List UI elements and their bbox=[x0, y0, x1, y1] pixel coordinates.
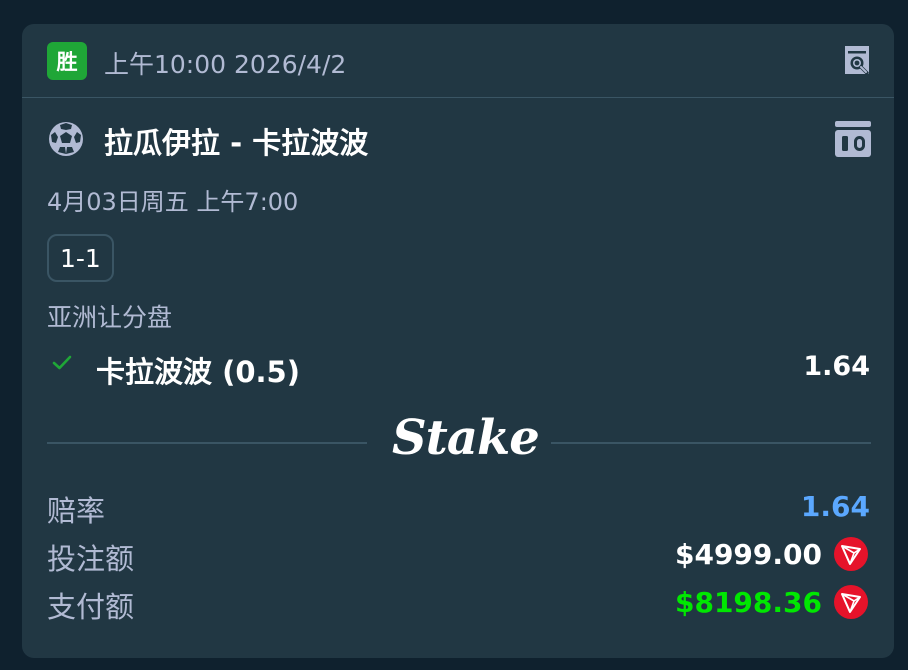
match-title[interactable]: 拉瓜伊拉 - 卡拉波波 bbox=[104, 120, 368, 162]
stake-label: 投注额 bbox=[47, 542, 135, 576]
stake-logo: Stake bbox=[392, 410, 540, 466]
status-badge: 胜 bbox=[47, 42, 87, 80]
odds-value: 1.64 bbox=[800, 490, 870, 523]
score-badge: 1-1 bbox=[47, 234, 114, 282]
soccer-ball-icon bbox=[47, 120, 85, 162]
tron-trx-icon bbox=[833, 584, 869, 624]
selection-odds: 1.64 bbox=[803, 351, 870, 382]
receipt-search-icon[interactable] bbox=[842, 44, 872, 80]
match-date: 4月03日周五 上午7:00 bbox=[47, 188, 299, 216]
tron-trx-icon bbox=[833, 536, 869, 576]
odds-label: 赔率 bbox=[47, 494, 106, 528]
payout-label: 支付额 bbox=[47, 590, 135, 624]
divider bbox=[551, 442, 871, 444]
bet-header: 胜 上午10:00 2026/4/2 bbox=[22, 24, 894, 98]
stake-value: $4999.00 bbox=[674, 538, 822, 571]
payout-value: $8198.36 bbox=[674, 586, 822, 619]
placed-time: 上午10:00 2026/4/2 bbox=[104, 50, 347, 79]
market-name: 亚洲让分盘 bbox=[47, 303, 173, 332]
bet-slip-card: 胜 上午10:00 2026/4/2 拉瓜伊拉 - 卡拉波波 4月03日周五 上… bbox=[22, 24, 894, 658]
divider bbox=[47, 442, 367, 444]
match-stats-icon[interactable] bbox=[834, 119, 872, 163]
check-icon bbox=[52, 355, 72, 375]
selection-name: 卡拉波波 (0.5) bbox=[96, 355, 300, 389]
